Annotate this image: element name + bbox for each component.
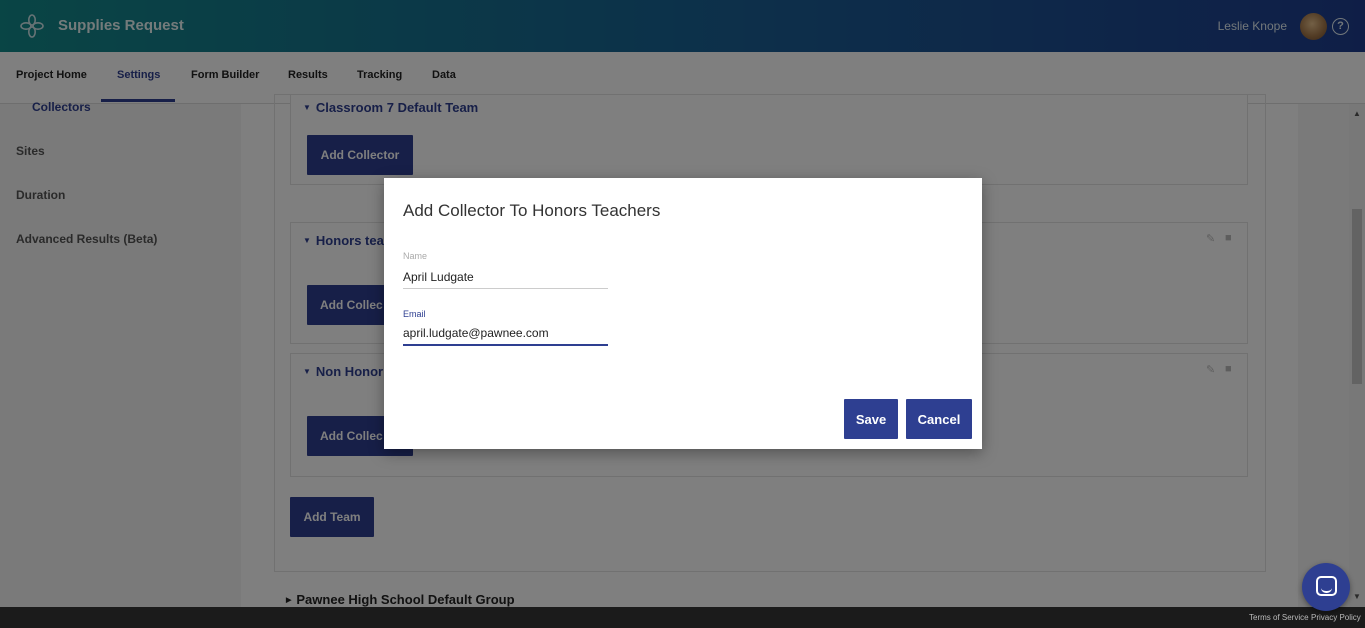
terms-link[interactable]: Terms of Service — [1249, 613, 1309, 622]
privacy-link[interactable]: Privacy Policy — [1311, 613, 1361, 622]
chat-button[interactable] — [1302, 563, 1350, 611]
add-collector-modal: Add Collector To Honors Teachers Name Em… — [384, 178, 982, 449]
modal-title: Add Collector To Honors Teachers — [403, 201, 661, 220]
cancel-button[interactable]: Cancel — [906, 399, 972, 439]
save-button[interactable]: Save — [844, 399, 898, 439]
chat-icon — [1316, 576, 1337, 596]
page-footer: Terms of Service Privacy Policy — [0, 607, 1365, 628]
email-field[interactable] — [403, 322, 608, 346]
name-field[interactable] — [403, 265, 608, 289]
email-label: Email — [403, 309, 426, 319]
name-label: Name — [403, 251, 428, 261]
